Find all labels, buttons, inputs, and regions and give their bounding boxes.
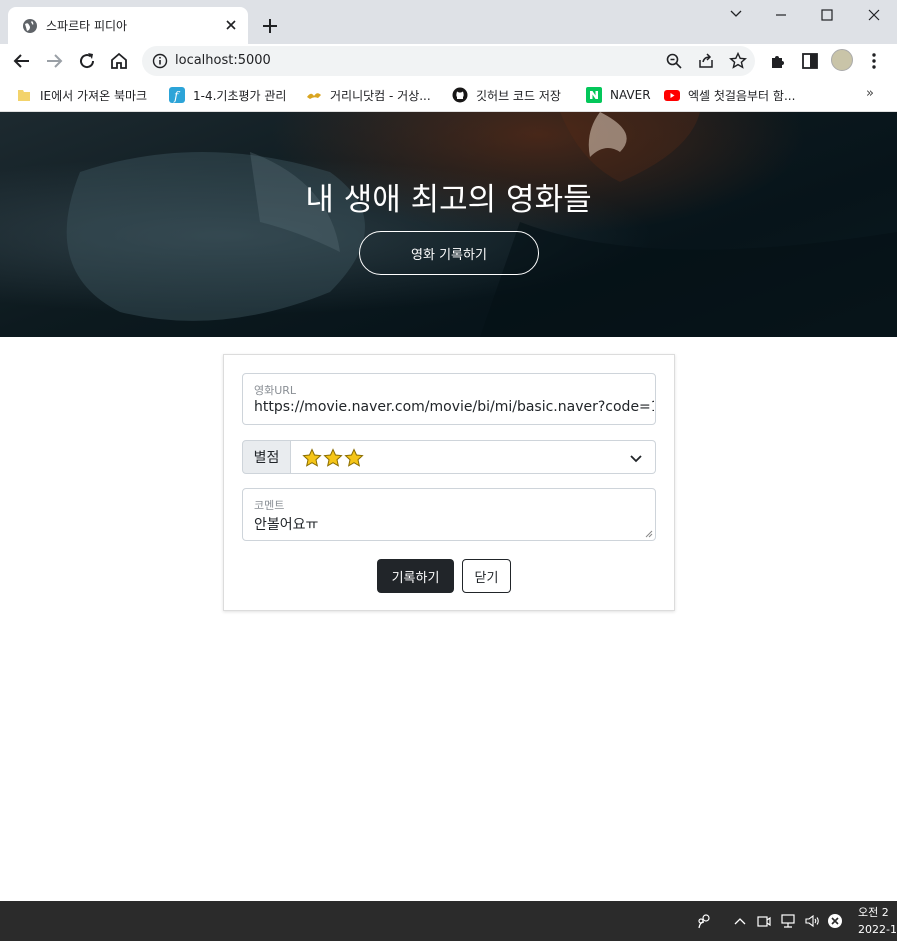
zoom-icon[interactable] — [664, 51, 684, 71]
page-title: 내 생애 최고의 영화들 — [305, 182, 592, 218]
taskbar: 오전 2 2022-11 — [0, 901, 897, 941]
bookmark-label: IE에서 가져온 북마크 — [40, 88, 148, 103]
movie-url-input[interactable]: https://movie.naver.com/movie/bi/mi/basi… — [254, 399, 654, 415]
menu-kebab-icon[interactable] — [862, 49, 886, 73]
tab-strip: 스파르타 피디아 — [0, 0, 897, 44]
profile-avatar[interactable] — [831, 49, 853, 71]
url-text[interactable]: localhost:5000 — [175, 53, 271, 68]
bookmark-item[interactable]: 깃허브 코드 저장 — [452, 85, 561, 105]
record-movie-button[interactable]: 영화 기록하기 — [359, 231, 539, 275]
tab-search-chevron-icon[interactable] — [713, 0, 759, 30]
star-icon — [344, 448, 364, 467]
bookmark-label: NAVER — [610, 88, 651, 102]
meet-now-icon[interactable] — [756, 913, 772, 929]
resize-handle-icon[interactable] — [645, 530, 653, 538]
more-bookmarks-button[interactable]: » — [866, 86, 874, 101]
tab-title: 스파르타 피디아 — [46, 19, 128, 33]
youtube-icon — [664, 90, 680, 101]
network-icon[interactable] — [780, 913, 796, 929]
posting-form: 영화URL https://movie.naver.com/movie/bi/m… — [223, 354, 675, 611]
movie-url-field[interactable]: 영화URL https://movie.naver.com/movie/bi/m… — [242, 373, 656, 425]
address-bar[interactable]: localhost:5000 — [142, 46, 755, 76]
bookmark-label: 엑셀 첫걸음부터 함... — [688, 88, 796, 103]
star-icon — [323, 448, 343, 467]
bookmark-item[interactable]: NAVER — [586, 85, 651, 105]
maximize-icon[interactable] — [804, 0, 850, 30]
hero-banner: 내 생애 최고의 영화들 영화 기록하기 — [0, 112, 897, 337]
bookmark-item[interactable]: 엑셀 첫걸음부터 함... — [664, 85, 795, 105]
share-icon[interactable] — [696, 51, 716, 71]
forward-icon[interactable] — [42, 49, 66, 73]
movie-url-label: 영화URL — [254, 384, 297, 397]
home-icon[interactable] — [107, 49, 131, 73]
rating-select[interactable] — [291, 440, 656, 474]
globe-icon — [23, 19, 37, 33]
clock[interactable]: 오전 2 2022-11 — [858, 904, 897, 938]
bookmark-item[interactable]: IE에서 가져온 북마크 — [16, 85, 147, 105]
submit-button[interactable]: 기록하기 — [377, 559, 454, 593]
clock-time: 오전 2 — [858, 906, 889, 919]
browser-toolbar: localhost:5000 — [0, 44, 897, 78]
site-logo-icon — [307, 93, 321, 99]
bookmarks-bar: IE에서 가져온 북마크 f 1-4.기초평가 관리 거리니닷컴 - 거상...… — [0, 78, 897, 112]
bookmark-label: 거리니닷컴 - 거상... — [330, 88, 431, 103]
window-close-icon[interactable] — [851, 0, 897, 30]
chevron-down-icon — [630, 455, 642, 463]
f-logo-icon: f — [169, 87, 185, 103]
bookmark-label: 1-4.기초평가 관리 — [193, 88, 287, 103]
comment-textarea[interactable]: 안볼어요ㅠ — [254, 514, 654, 534]
bookmark-star-icon[interactable] — [728, 51, 748, 71]
comment-label: 코멘트 — [254, 499, 285, 512]
new-tab-icon[interactable] — [258, 14, 282, 38]
rating-selected-value — [302, 448, 364, 468]
minimize-icon[interactable] — [758, 0, 804, 30]
comment-field[interactable]: 코멘트 안볼어요ㅠ — [242, 488, 656, 541]
hero-background-image — [66, 112, 897, 337]
naver-icon — [586, 87, 602, 103]
rating-select-group: 별점 — [242, 440, 656, 474]
close-tab-icon[interactable] — [222, 16, 240, 34]
clock-date: 2022-11 — [858, 923, 897, 936]
status-x-icon[interactable] — [827, 913, 843, 929]
bookmark-item[interactable]: f 1-4.기초평가 관리 — [169, 85, 286, 105]
folder-icon — [18, 90, 30, 101]
people-icon[interactable] — [696, 913, 712, 929]
reload-icon[interactable] — [75, 49, 99, 73]
browser-tab[interactable]: 스파르타 피디아 — [8, 7, 248, 44]
bookmark-item[interactable]: 거리니닷컴 - 거상... — [306, 85, 431, 105]
star-icon — [302, 448, 322, 467]
close-button[interactable]: 닫기 — [462, 559, 511, 593]
extensions-icon[interactable] — [766, 49, 790, 73]
chevron-up-icon[interactable] — [732, 913, 748, 929]
bookmark-label: 깃허브 코드 저장 — [476, 88, 561, 103]
side-panel-icon[interactable] — [798, 49, 822, 73]
rating-label: 별점 — [242, 440, 291, 474]
volume-icon[interactable] — [804, 913, 820, 929]
back-icon[interactable] — [10, 49, 34, 73]
site-info-icon[interactable] — [152, 53, 168, 69]
form-buttons: 기록하기 닫기 — [224, 559, 676, 593]
github-icon — [452, 87, 468, 103]
